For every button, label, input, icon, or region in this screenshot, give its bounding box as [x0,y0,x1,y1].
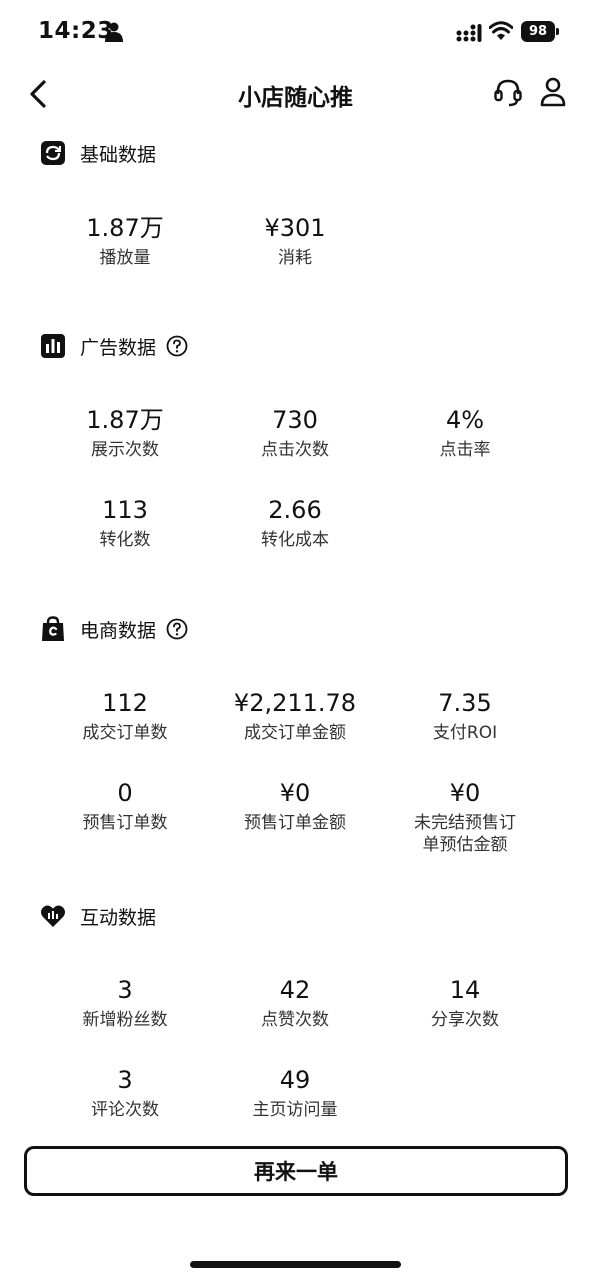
stat-label: 预售订单数 [82,813,168,833]
section-header-ads: 广告数据 [40,332,188,360]
stat-presale-orders: 0 预售订单数 [40,779,210,834]
person-status-icon [105,22,123,42]
stat-value: 112 [102,689,148,717]
battery-level: 98 [521,21,555,42]
stat-value: ¥301 [264,214,326,242]
shopping-bag-icon [42,616,64,641]
stat-new-followers: 3 新增粉丝数 [40,976,210,1031]
stat-label: 成交订单金额 [244,723,346,743]
section-header-basic: 基础数据 [40,139,156,167]
stat-presale-amount: ¥0 预售订单金额 [210,779,380,834]
stat-value: 0 [117,779,133,807]
stat-impressions: 1.87万 展示次数 [40,406,210,461]
stat-value: 730 [272,406,318,434]
stat-value: 7.35 [438,689,492,717]
stat-value: 3 [117,1066,133,1094]
battery-indicator: 98 [521,21,559,42]
stat-label: 未完结预售订 单预估金额 [414,813,516,855]
order-again-button[interactable]: 再来一单 [24,1146,568,1196]
stat-label: 展示次数 [91,440,159,460]
section-title-ecommerce: 电商数据 [80,619,157,642]
screen: 14:23 98 小店随心推 基础数据 1.87万 播放量 ¥301 消耗 广告… [0,0,591,1280]
section-title-basic: 基础数据 [80,143,157,166]
heart-icon [41,905,65,927]
stat-value: 49 [279,1066,311,1094]
stat-value: 1.87万 [86,214,164,242]
stat-value: 1.87万 [86,406,164,434]
stat-value: 42 [279,976,311,1004]
stat-order-amount: ¥2,211.78 成交订单金额 [210,689,380,744]
stat-label: 点击率 [439,440,491,460]
stat-label: 预售订单金额 [244,813,346,833]
stat-label: 点击次数 [261,440,329,460]
status-time: 14:23 [38,18,114,44]
stat-label: 成交订单数 [82,723,168,743]
status-bar: 14:23 98 [0,0,591,62]
section-header-interaction: 互动数据 [40,902,156,930]
stat-clicks: 730 点击次数 [210,406,380,461]
stat-label: 新增粉丝数 [82,1010,168,1030]
stat-ctr: 4% 点击率 [380,406,550,461]
section-title-ads: 广告数据 [80,336,157,359]
stat-roi: 7.35 支付ROI [380,689,550,744]
stat-value: 3 [117,976,133,1004]
question-circle-icon[interactable] [166,618,188,640]
battery-tip [556,28,559,35]
stat-value: 4% [445,406,485,434]
stat-label: 转化成本 [261,530,329,550]
stat-value: 113 [102,496,148,524]
stat-conversion-cost: 2.66 转化成本 [210,496,380,551]
bar-chart-icon [41,334,65,358]
stat-label: 消耗 [278,248,312,268]
stat-value: 2.66 [268,496,322,524]
stat-label: 评论次数 [91,1100,159,1120]
stat-value: ¥0 [449,779,481,807]
stat-shares: 14 分享次数 [380,976,550,1031]
stat-label: 支付ROI [432,723,498,743]
refresh-chart-icon [41,141,65,165]
profile-icon[interactable] [538,76,568,108]
stat-orders: 112 成交订单数 [40,689,210,744]
stat-presale-estimate: ¥0 未完结预售订 单预估金额 [380,779,550,856]
home-indicator[interactable] [190,1261,401,1268]
signal-icon [456,24,482,42]
stat-profile-visits: 49 主页访问量 [210,1066,380,1121]
stat-value: 14 [449,976,481,1004]
section-header-ecommerce: 电商数据 [40,615,188,643]
stat-label: 播放量 [99,248,151,268]
stat-likes: 42 点赞次数 [210,976,380,1031]
stat-value: ¥2,211.78 [233,689,357,717]
stat-value: ¥0 [279,779,311,807]
stat-plays: 1.87万 播放量 [40,214,210,269]
stat-label: 主页访问量 [252,1100,338,1120]
stat-conversions: 113 转化数 [40,496,210,551]
question-circle-icon[interactable] [166,335,188,357]
stat-spend: ¥301 消耗 [210,214,380,269]
stat-comments: 3 评论次数 [40,1066,210,1121]
stat-label: 分享次数 [431,1010,499,1030]
wifi-icon [489,21,513,40]
stat-label: 点赞次数 [261,1010,329,1030]
headset-icon[interactable] [492,76,524,108]
stat-label: 转化数 [99,530,151,550]
section-title-interaction: 互动数据 [80,906,157,929]
nav-bar: 小店随心推 [0,62,591,126]
